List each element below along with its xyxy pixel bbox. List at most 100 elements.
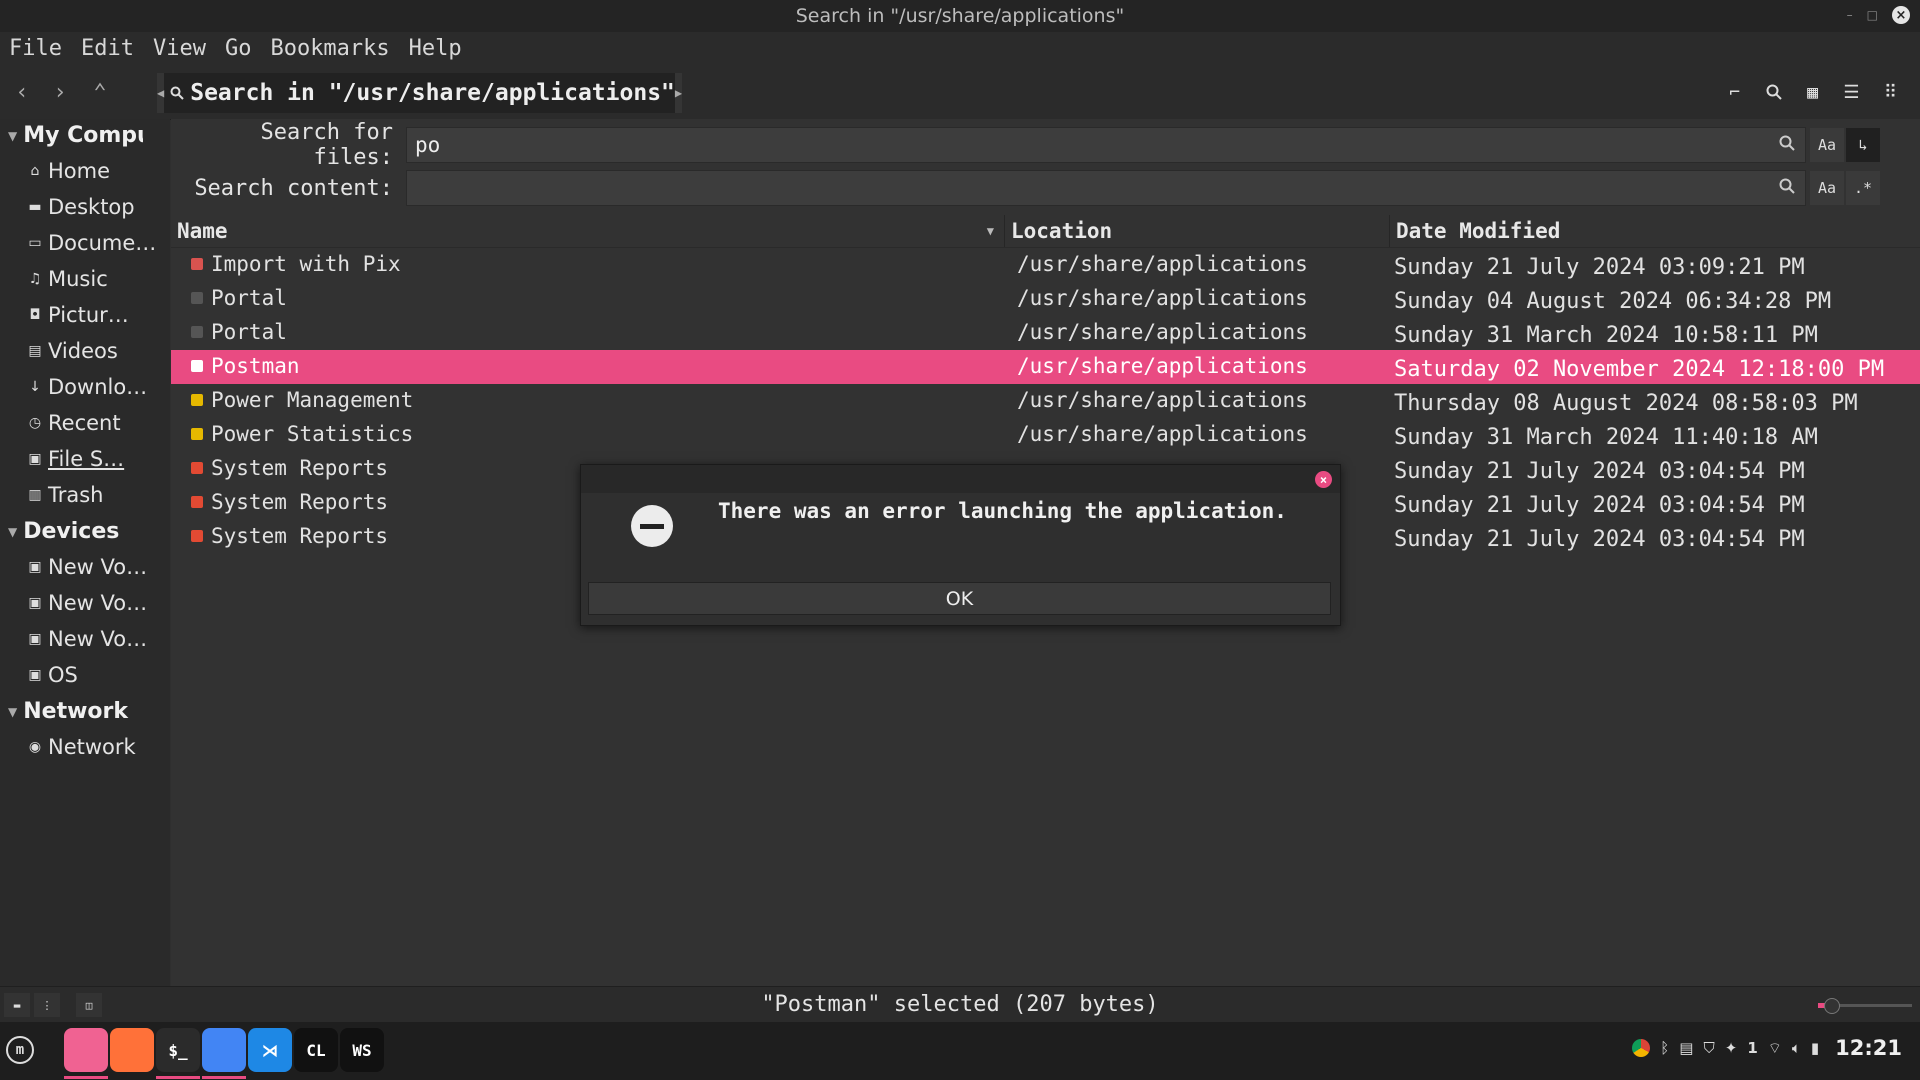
zoom-slider[interactable] (1818, 998, 1912, 1014)
clipboard-icon[interactable]: ▤ (1679, 1039, 1693, 1057)
sidebar-item-label: Desktop (48, 195, 135, 219)
back-button[interactable]: ‹ (9, 79, 35, 105)
search-button[interactable] (1754, 76, 1793, 108)
terminal-taskbar-icon[interactable]: $_ (156, 1028, 200, 1072)
forward-button[interactable]: › (47, 79, 73, 105)
menu-view[interactable]: View (144, 36, 216, 61)
shield-icon[interactable]: ⛉ (1703, 1039, 1714, 1057)
mint-menu-icon[interactable]: m (6, 1036, 34, 1064)
menu-help[interactable]: Help (400, 36, 472, 61)
breadcrumb-left-arrow[interactable]: ◀ (157, 73, 165, 113)
expand-triangle-icon: ▼ (8, 704, 18, 719)
vscode-taskbar-icon[interactable]: ⋊ (248, 1028, 292, 1072)
regex-button[interactable]: .* (1846, 171, 1880, 205)
menu-edit[interactable]: Edit (72, 36, 144, 61)
sidebar-item-network[interactable]: ◉ Network (28, 735, 136, 759)
sidebar-item-volume-2[interactable]: ▣ New Vo… (28, 591, 147, 615)
search-content-input[interactable] (406, 170, 1806, 206)
sidebar-item-file-system[interactable]: ▣ File S… (28, 447, 124, 471)
icon-view-button[interactable]: ▦ (1793, 76, 1832, 108)
file-location: /usr/share/applications (1017, 354, 1308, 378)
webstorm-taskbar-icon[interactable]: WS (340, 1028, 384, 1072)
sort-down-icon: ▼ (986, 224, 994, 238)
file-name: Postman (211, 354, 300, 378)
breadcrumb-right-arrow[interactable]: ▶ (674, 73, 683, 113)
sidebar-item-volume-3[interactable]: ▣ New Vo… (28, 627, 147, 651)
table-row[interactable]: Postman/usr/share/applications Saturday 0… (171, 350, 1920, 384)
column-date-modified[interactable]: Date Modified (1390, 215, 1920, 247)
application-icon (191, 428, 203, 440)
sidebar-item-volume-1[interactable]: ▣ New Vo… (28, 555, 147, 579)
error-dialog: × There was an error launching the appli… (580, 464, 1341, 626)
maximize-button[interactable]: □ (1867, 8, 1878, 22)
sidebar-item-music[interactable]: ♫ Music (28, 267, 108, 291)
menu-bookmarks[interactable]: Bookmarks (261, 36, 399, 61)
clion-taskbar-icon[interactable]: CL (294, 1028, 338, 1072)
close-window-button[interactable]: × (1892, 6, 1910, 24)
dialog-close-button[interactable]: × (1315, 471, 1332, 488)
search-icon (170, 86, 184, 100)
ok-button[interactable]: OK (588, 582, 1331, 615)
file-name: System Reports (211, 490, 389, 514)
application-icon (191, 326, 203, 338)
sidebar-item-trash[interactable]: ▥ Trash (28, 483, 103, 507)
case-sensitive-content-button[interactable]: Aa (1810, 171, 1844, 205)
minimize-button[interactable]: – (1847, 8, 1853, 22)
files-taskbar-icon[interactable] (64, 1028, 108, 1072)
sidebar-item-label: Downlo… (48, 375, 148, 399)
search-content-label: Search content: (194, 175, 393, 201)
sidebar-item-home[interactable]: ⌂ Home (28, 159, 110, 183)
clock[interactable]: 12:21 (1835, 1036, 1902, 1060)
toggle-location-entry-button[interactable]: ⌐ (1715, 76, 1754, 108)
sidebar-section-my-computer[interactable]: ▼ My Computer (8, 123, 143, 148)
running-indicator (202, 1076, 246, 1079)
error-icon (631, 505, 673, 547)
sidebar-section-devices[interactable]: ▼ Devices (8, 519, 119, 544)
system-tray: ᛒ ▤ ⛉ ✦ 1 ⌔ 🔈︎ ▮ 12:21 (1632, 1036, 1902, 1060)
case-sensitive-files-button[interactable]: Aa (1810, 128, 1844, 162)
notification-icon[interactable]: ✦ (1725, 1039, 1738, 1057)
file-name-cell: Power Management (191, 388, 413, 412)
globe-icon: ◉ (28, 739, 42, 755)
application-icon (191, 360, 203, 372)
wifi-icon[interactable]: ⌔ (1768, 1039, 1782, 1058)
sidebar-item-label: New Vo… (48, 555, 148, 579)
file-location: /usr/share/applications (1017, 320, 1308, 344)
file-name: System Reports (211, 524, 389, 548)
sidebar-item-downloads[interactable]: ↓ Downlo… (28, 375, 147, 399)
volume-icon[interactable]: 🔈︎ (1792, 1039, 1801, 1057)
list-view-button[interactable]: ☰ (1832, 76, 1871, 108)
chrome-tray-icon[interactable] (1632, 1039, 1651, 1057)
sidebar-item-os[interactable]: ▣ OS (28, 663, 77, 687)
chrome-taskbar-icon[interactable] (202, 1028, 246, 1072)
sidebar-item-recent[interactable]: ◷ Recent (28, 411, 121, 435)
file-date-modified: Sunday 04 August 2024 06:34:28 PM (1394, 289, 1832, 314)
music-icon: ♫ (28, 271, 42, 287)
table-row[interactable]: Portal/usr/share/applications Sunday 31 M… (171, 316, 1920, 350)
drive-icon: ▣ (28, 451, 42, 467)
table-row[interactable]: Power Statistics/usr/share/applications S… (171, 418, 1920, 452)
table-row[interactable]: Portal/usr/share/applications Sunday 04 A… (171, 282, 1920, 316)
compact-view-button[interactable]: ⠿ (1871, 76, 1910, 108)
menu-go[interactable]: Go (216, 36, 262, 61)
window-controls: – □ × (1847, 6, 1910, 24)
column-location-label: Location (1011, 219, 1113, 243)
breadcrumb-search-location[interactable]: Search in "/usr/share/applications" (164, 80, 675, 106)
menu-file[interactable]: File (0, 36, 72, 61)
sidebar-item-videos[interactable]: ▤ Videos (28, 339, 117, 363)
column-name[interactable]: Name ▼ (171, 215, 1005, 247)
recursive-search-button[interactable]: ↳ (1846, 128, 1880, 162)
table-row[interactable]: Import with Pix/usr/share/applications Su… (171, 248, 1920, 282)
sidebar-item-documents[interactable]: ▭ Docume… (28, 231, 156, 255)
column-location[interactable]: Location (1005, 215, 1390, 247)
bluetooth-icon[interactable]: ᛒ (1660, 1039, 1669, 1057)
file-date-modified: Sunday 21 July 2024 03:09:21 PM (1394, 255, 1805, 280)
up-button[interactable]: ⌃ (87, 79, 113, 105)
firefox-taskbar-icon[interactable] (110, 1028, 154, 1072)
sidebar-item-pictures[interactable]: ◘ Pictur… (28, 303, 128, 327)
search-files-input[interactable]: po (406, 127, 1806, 163)
sidebar-item-desktop[interactable]: ▬ Desktop (28, 195, 135, 219)
table-row[interactable]: Power Management/usr/share/applications T… (171, 384, 1920, 418)
sidebar-section-network[interactable]: ▼ Network (8, 699, 128, 724)
battery-icon[interactable]: ▮ (1811, 1039, 1819, 1057)
